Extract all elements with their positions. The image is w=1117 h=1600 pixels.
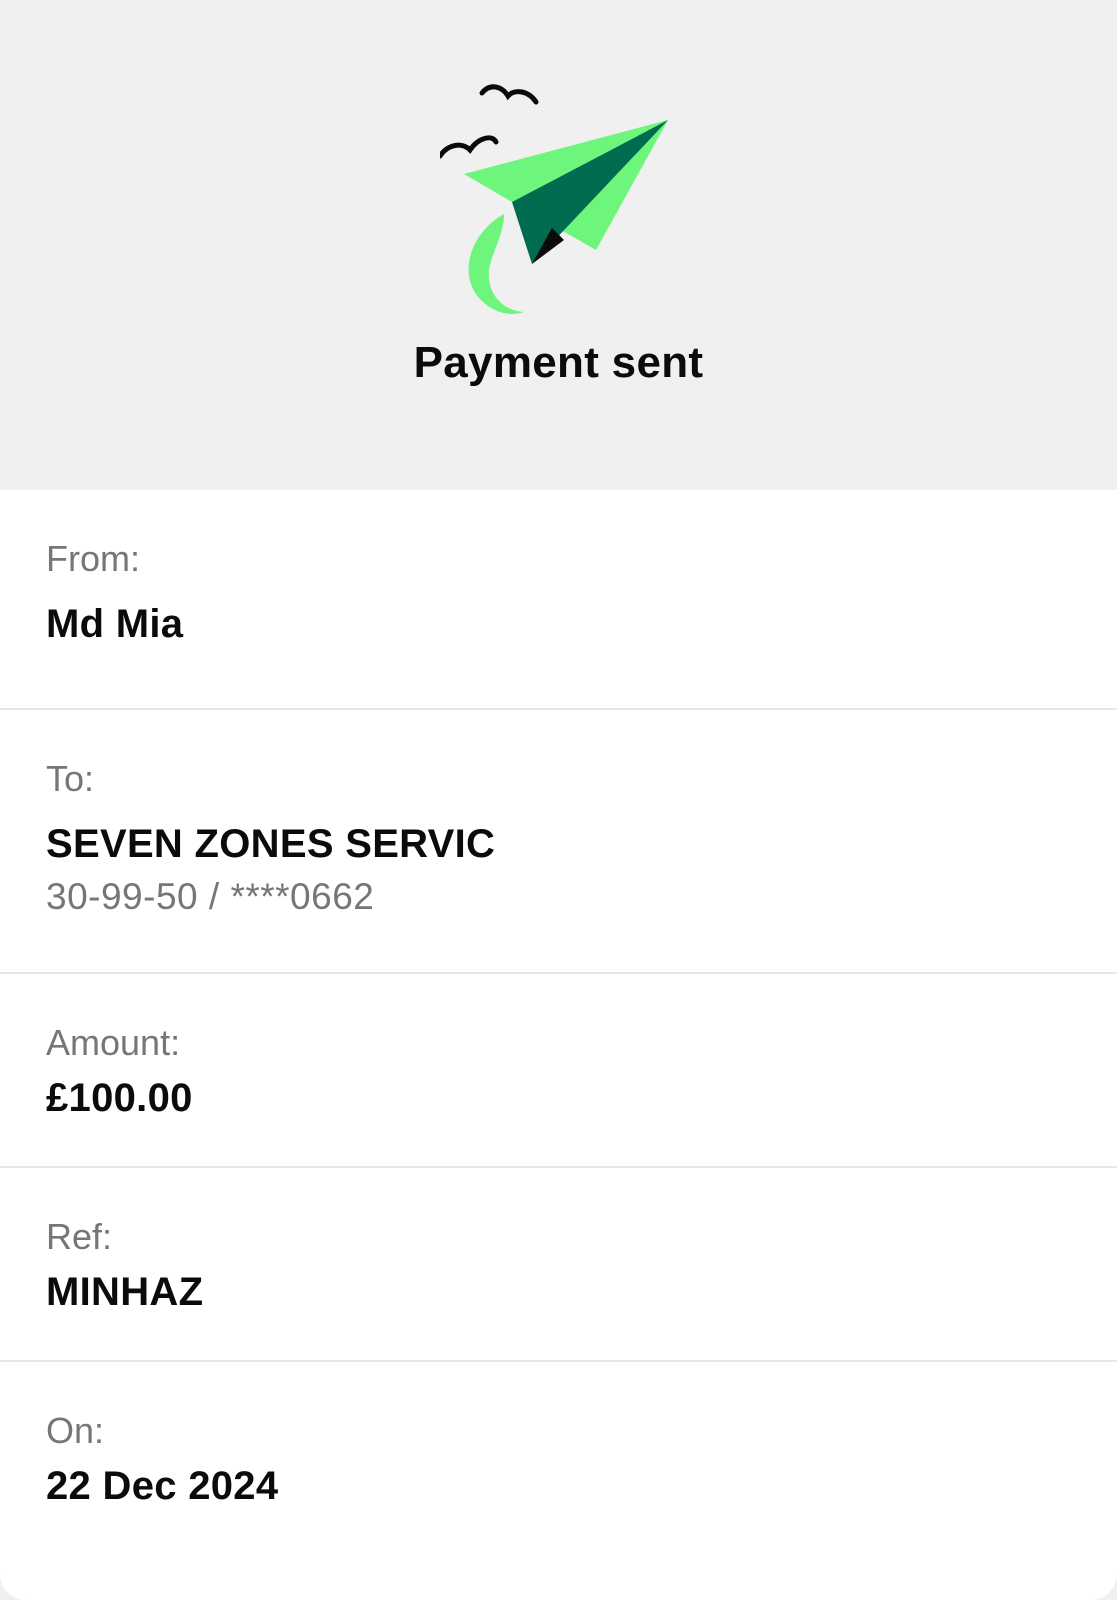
from-label: From: [46, 538, 140, 579]
ref-label: Ref: [46, 1216, 113, 1257]
date-label: On: [46, 1410, 105, 1451]
date-value: 22 Dec 2024 [46, 1464, 279, 1508]
date-row: On: 22 Dec 2024 [0, 1362, 1117, 1600]
to-account-number: 30-99-50 / ****0662 [46, 876, 375, 917]
ref-value: MINHAZ [46, 1270, 204, 1314]
amount-value: £100.00 [46, 1076, 193, 1120]
from-row: From: Md Mia [0, 490, 1117, 710]
page-title: Payment sent [413, 338, 704, 387]
from-value: Md Mia [46, 602, 184, 646]
to-value: SEVEN ZONES SERVIC [46, 822, 496, 866]
paper-plane-icon [440, 84, 668, 314]
payment-confirmation-screen: Payment sent From: Md Mia To: SEVEN ZONE… [0, 0, 1117, 1600]
ref-row: Ref: MINHAZ [0, 1168, 1117, 1362]
amount-row: Amount: £100.00 [0, 974, 1117, 1168]
payment-details-card: From: Md Mia To: SEVEN ZONES SERVIC 30-9… [0, 490, 1117, 1600]
amount-label: Amount: [46, 1022, 181, 1063]
confirmation-header: Payment sent [0, 0, 1117, 490]
to-label: To: [46, 758, 95, 799]
to-row: To: SEVEN ZONES SERVIC 30-99-50 / ****06… [0, 710, 1117, 974]
